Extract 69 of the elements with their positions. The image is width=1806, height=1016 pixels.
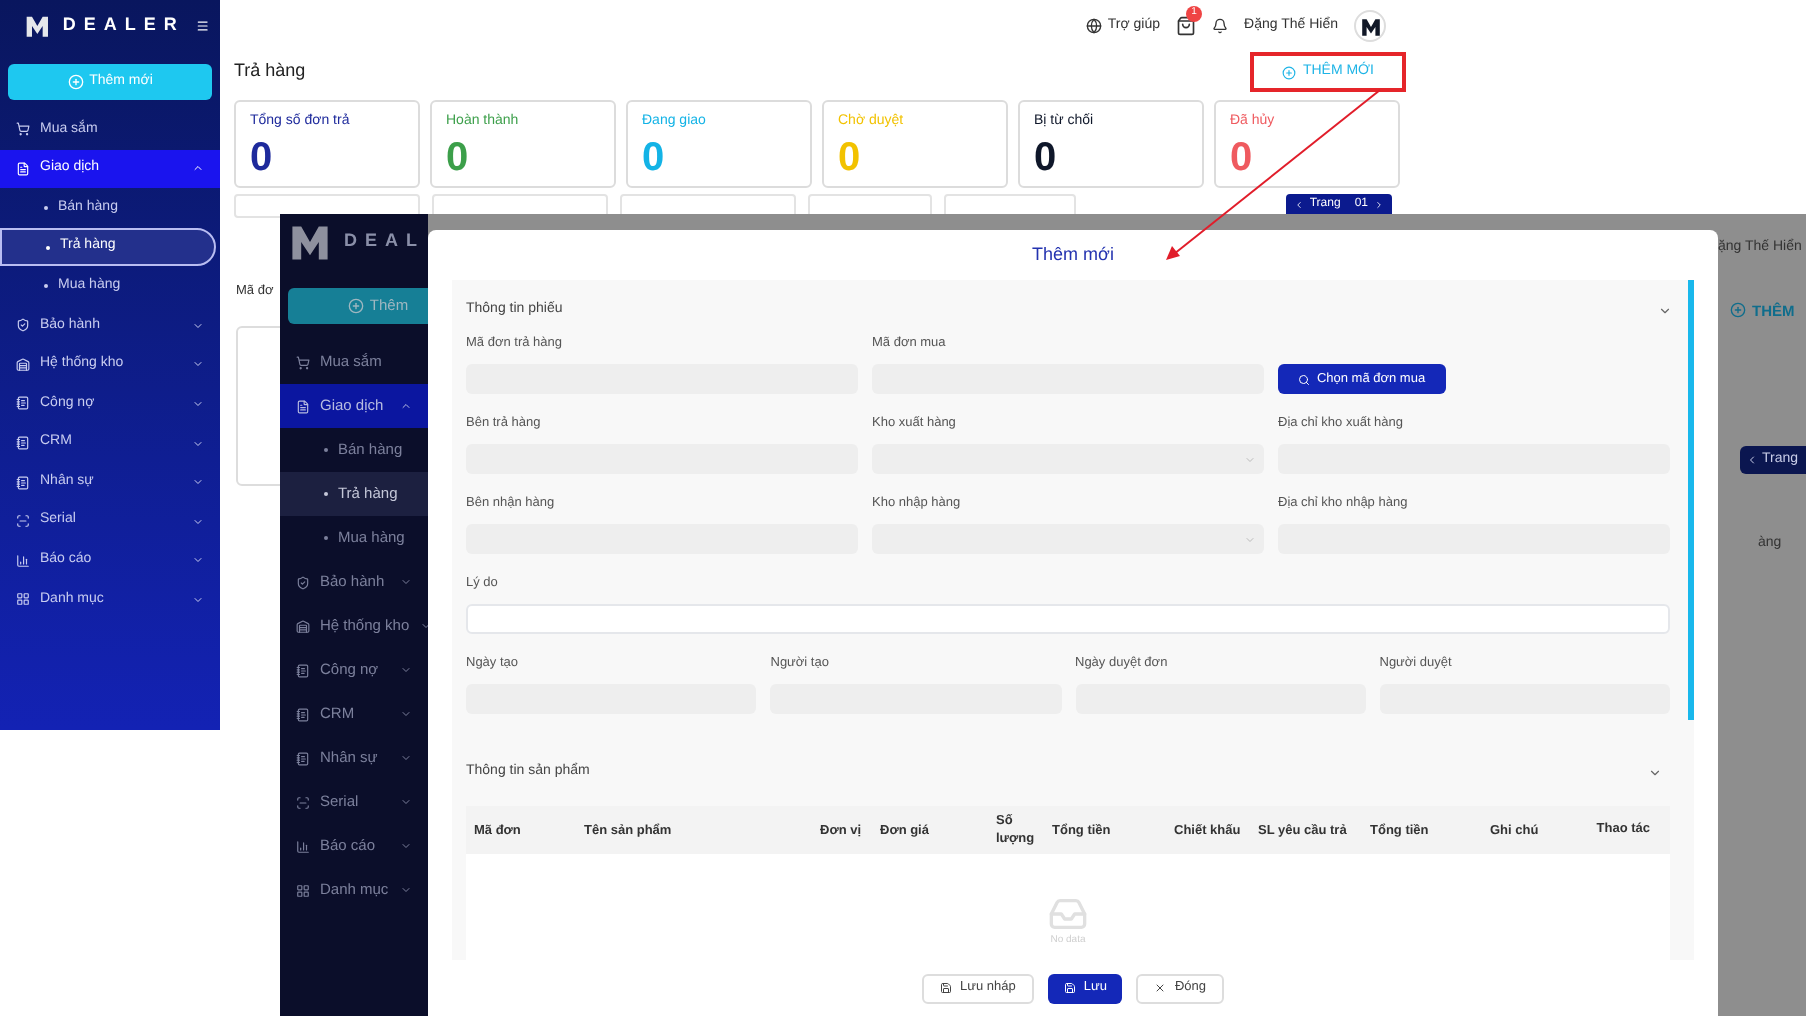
document-icon [16,161,30,176]
plus-icon [1730,302,1746,319]
modal-title: Thêm mới [1030,241,1116,268]
warehouse-icon [296,619,310,633]
bell-icon[interactable] [1212,18,1229,34]
chevron-left-icon [1746,453,1758,466]
scan-icon [296,795,310,809]
chevron-down-icon [1244,453,1256,465]
chevron-down-icon [192,319,204,332]
search-icon [1298,373,1311,385]
chevron-right-icon [1374,199,1384,209]
grid-icon [296,883,310,897]
chevron-down-icon [192,476,204,489]
notebook-icon [296,707,310,721]
chart-icon [16,553,30,568]
notebook-icon [16,475,30,490]
stat-value: 0 [250,133,275,181]
cart-icon [16,122,30,137]
notebook-icon [296,751,310,765]
chevron-down-icon [419,620,428,632]
page-title: Trả hàng [234,58,306,85]
shield-icon [16,318,30,333]
plus-icon [347,298,364,314]
stat-value: 0 [446,133,471,181]
plus-icon [67,74,84,90]
chevron-down-icon [400,708,412,720]
notebook-icon [296,663,310,677]
logo-text: DEALER [62,12,185,39]
grid-icon [16,592,30,607]
close-icon [1154,982,1167,994]
chevron-down-icon [192,397,204,410]
chevron-down-icon [192,515,204,528]
chevron-down-icon [400,752,412,764]
plus-icon [1282,65,1297,79]
stat-value: 0 [642,133,667,181]
cart-icon [296,355,310,369]
chevron-down-icon [400,884,412,896]
logo-text: DEAL [344,228,425,255]
chevron-down-icon [1244,533,1256,545]
chevron-down-icon[interactable] [1648,765,1662,779]
warehouse-icon [16,357,30,372]
stat-value: 0 [1230,133,1255,181]
notebook-icon [16,436,30,451]
shield-icon [296,575,310,589]
stat-value: 0 [1034,133,1059,181]
chevron-down-icon [400,576,412,588]
menu-icon[interactable] [196,16,210,36]
chevron-down-icon[interactable] [1658,303,1672,317]
chevron-down-icon [192,358,204,371]
chevron-up-icon [192,162,204,175]
chart-icon [296,839,310,853]
chevron-down-icon [400,796,412,808]
chevron-down-icon [192,593,204,606]
scan-icon [16,514,30,529]
chevron-down-icon [192,554,204,567]
chevron-down-icon [400,664,412,676]
stat-value: 0 [838,133,863,181]
bag-icon[interactable] [1176,16,1197,36]
chevron-up-icon [400,400,412,412]
chevron-down-icon [400,840,412,852]
notebook-icon [16,396,30,411]
chevron-left-icon [1293,199,1304,209]
input-field[interactable] [466,604,1670,634]
save-icon [1063,982,1076,994]
chevron-down-icon [192,437,204,450]
avatar[interactable] [1354,10,1386,42]
document-icon [296,399,310,413]
globe-icon [1085,18,1102,34]
save-icon [940,982,952,994]
